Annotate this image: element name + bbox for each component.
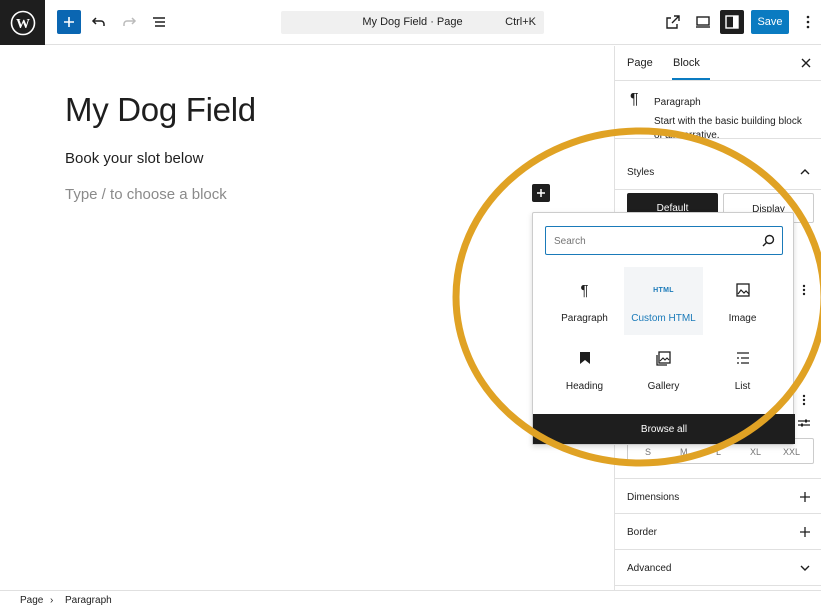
border-section-header[interactable]: Border [615, 514, 821, 550]
device-preview-icon[interactable] [691, 10, 715, 34]
block-name: Paragraph [654, 97, 701, 108]
block-inserter-toggle-button[interactable] [57, 10, 81, 34]
gallery-icon [624, 349, 703, 367]
sidebar-tabs: Page Block [615, 46, 821, 81]
document-overview-icon[interactable] [147, 10, 171, 34]
view-page-icon[interactable] [661, 10, 685, 34]
block-option-label: List [703, 381, 782, 392]
advanced-section-header[interactable]: Advanced [615, 550, 821, 586]
plus-icon [798, 525, 812, 539]
redo-icon[interactable] [117, 10, 141, 34]
block-option-paragraph[interactable]: ¶ Paragraph [545, 267, 624, 335]
size-option-xl[interactable]: XL [750, 447, 761, 457]
settings-panel-toggle-icon[interactable] [720, 10, 744, 34]
block-option-custom-html[interactable]: HTML Custom HTML [624, 267, 703, 335]
advanced-label: Advanced [627, 563, 671, 574]
undo-icon[interactable] [87, 10, 111, 34]
tab-block[interactable]: Block [673, 57, 700, 69]
block-option-label: Paragraph [545, 313, 624, 324]
browse-all-button[interactable]: Browse all [533, 414, 795, 444]
html-icon: HTML [624, 281, 703, 299]
block-card: ¶ Paragraph Start with the basic buildin… [615, 81, 821, 139]
command-palette-bar[interactable]: My Dog Field · Page Ctrl+K [281, 11, 544, 34]
block-option-gallery[interactable]: Gallery [624, 335, 703, 403]
page-title[interactable]: My Dog Field [65, 91, 256, 129]
close-icon[interactable] [798, 55, 814, 71]
quick-inserter-popover: Search ¶ Paragraph HTML Custom HTML Imag… [532, 212, 794, 445]
border-label: Border [627, 527, 657, 538]
block-option-heading[interactable]: Heading [545, 335, 624, 403]
block-option-label: Image [703, 313, 782, 324]
size-option-s[interactable]: S [645, 447, 651, 457]
options-menu-icon[interactable] [796, 10, 820, 34]
breadcrumb-page[interactable]: Page [20, 595, 43, 606]
size-option-xxl[interactable]: XXL [783, 447, 800, 457]
dimensions-section-header[interactable]: Dimensions [615, 478, 821, 514]
block-option-list[interactable]: List [703, 335, 782, 403]
tab-page[interactable]: Page [627, 57, 653, 69]
block-option-label: Custom HTML [624, 313, 703, 324]
styles-section-header[interactable]: Styles [615, 154, 821, 190]
breadcrumb-paragraph[interactable]: Paragraph [65, 595, 112, 606]
paragraph-icon: ¶ [545, 281, 624, 299]
list-icon [703, 349, 782, 367]
more-options-icon[interactable] [797, 283, 811, 297]
typography-options-icon[interactable] [797, 393, 811, 407]
command-shortcut: Ctrl+K [505, 16, 536, 28]
inline-add-block-button[interactable] [532, 184, 550, 202]
chevron-down-icon [798, 561, 812, 575]
size-option-m[interactable]: M [680, 447, 688, 457]
block-search-input[interactable]: Search [545, 226, 783, 255]
block-option-image[interactable]: Image [703, 267, 782, 335]
dimensions-label: Dimensions [627, 492, 679, 503]
active-tab-indicator [672, 78, 710, 80]
size-option-l[interactable]: L [716, 447, 721, 457]
empty-block-placeholder[interactable]: Type / to choose a block [65, 186, 227, 203]
chevron-right-icon: › [50, 595, 53, 606]
paragraph-icon: ¶ [630, 91, 639, 109]
styles-label: Styles [627, 167, 654, 178]
image-icon [703, 281, 782, 299]
search-placeholder: Search [554, 236, 586, 247]
svg-text:W: W [16, 17, 30, 32]
wordpress-logo-icon[interactable]: W [0, 0, 45, 45]
block-description: Start with the basic building block of a… [654, 115, 804, 143]
editor-header: W My Dog Field · Page Ctrl+K Save [0, 0, 821, 45]
block-breadcrumb: Page › Paragraph [0, 590, 821, 610]
heading-icon [545, 349, 624, 367]
save-button[interactable]: Save [751, 10, 789, 34]
search-icon [762, 234, 775, 250]
custom-size-settings-icon[interactable] [797, 416, 811, 430]
editor-canvas: My Dog Field Book your slot below Type /… [0, 46, 614, 590]
block-option-label: Gallery [624, 381, 703, 392]
block-option-label: Heading [545, 381, 624, 392]
chevron-up-icon [798, 165, 812, 179]
paragraph-block[interactable]: Book your slot below [65, 150, 203, 167]
plus-icon [798, 490, 812, 504]
